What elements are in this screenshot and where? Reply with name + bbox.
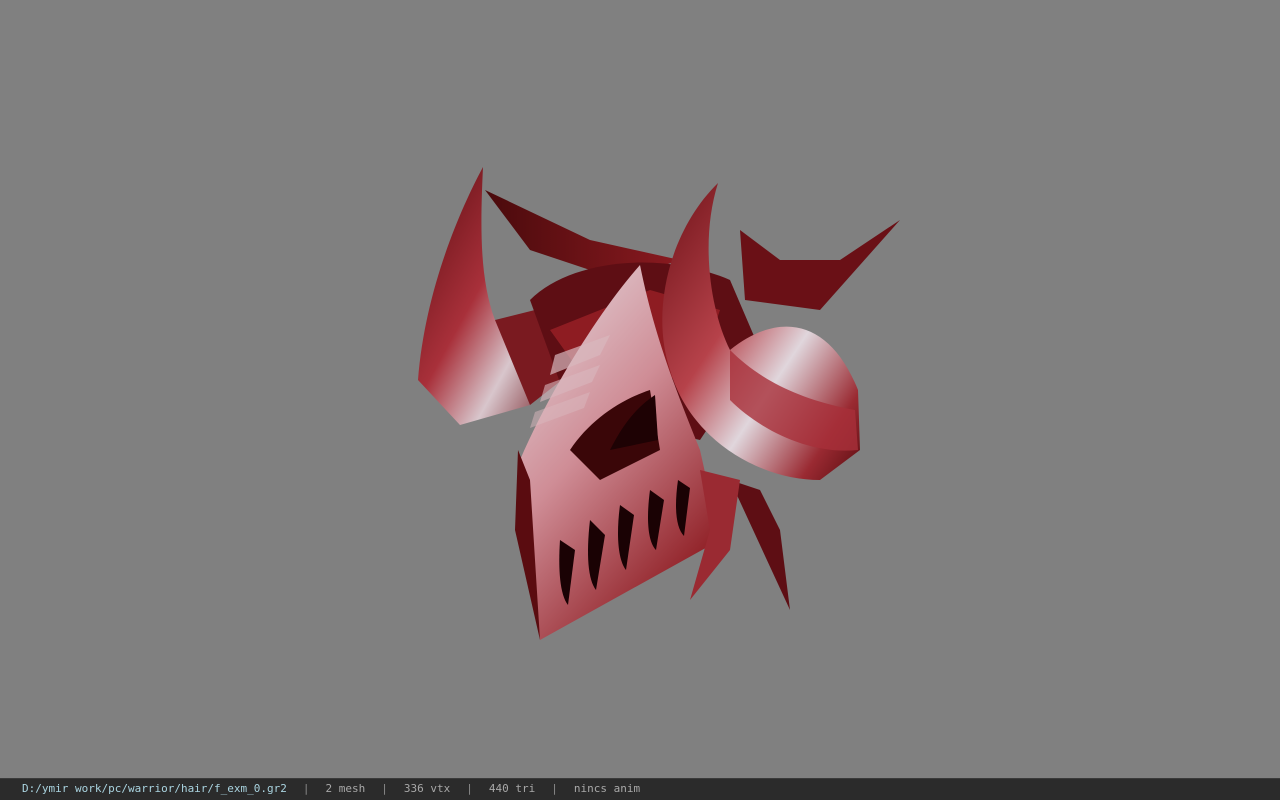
helmet-model xyxy=(418,167,900,640)
separator: | xyxy=(381,782,388,795)
vertex-count-text: 336 vtx xyxy=(403,782,451,795)
back-spike-right xyxy=(740,220,900,310)
mesh-count-text: 2 mesh xyxy=(325,782,366,795)
triangle-count-text: 440 tri xyxy=(488,782,536,795)
file-path-text: D:/ymir work/pc/warrior/hair/f_exm_0.gr2 xyxy=(22,782,287,795)
separator: | xyxy=(466,782,473,795)
separator: | xyxy=(551,782,558,795)
back-spike-bottom xyxy=(730,480,790,610)
3d-viewport[interactable] xyxy=(0,0,1280,778)
separator: | xyxy=(302,782,310,795)
animation-status-text: nincs anim xyxy=(573,782,641,795)
status-bar: D:/ymir work/pc/warrior/hair/f_exm_0.gr2… xyxy=(0,778,1280,800)
